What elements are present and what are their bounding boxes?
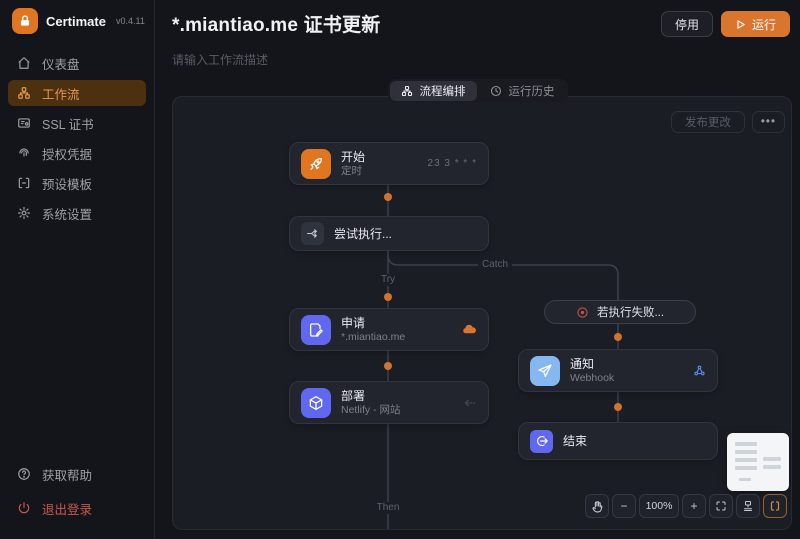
certificate-request-icon (301, 314, 331, 345)
auto-layout-icon (744, 501, 752, 511)
minimap-toggle-button[interactable] (763, 494, 787, 518)
node-subtitle: *.miantiao.me (341, 330, 406, 343)
node-subtitle: 定时 (341, 164, 362, 177)
sidebar-item-label: 预设模板 (42, 177, 93, 192)
canvas-actions: 发布更改 ••• (670, 111, 785, 133)
play-icon (737, 19, 745, 29)
sidebar-item-dashboard[interactable]: 仪表盘 (8, 50, 146, 76)
tab-label: 流程编排 (419, 86, 466, 98)
node-title: 申请 (341, 315, 366, 330)
page-header: *.miantiao.me 证书更新 请输入工作流描述 停用 运行 (172, 10, 790, 68)
fail-target-icon (577, 306, 588, 318)
canvas-toolbar: − 100% + (585, 494, 787, 518)
run-button-label: 运行 (751, 17, 776, 32)
power-icon (18, 502, 30, 514)
rocket-icon (301, 148, 331, 179)
header-actions: 停用 运行 (660, 11, 790, 37)
edge-label-catch: Catch (477, 259, 513, 271)
app-version: v0.4.11 (115, 16, 145, 26)
sidebar-item-label: SSL 证书 (42, 117, 94, 132)
sidebar-item-label: 工作流 (42, 87, 80, 102)
node-catch-block[interactable]: 若执行失败... (544, 300, 696, 324)
node-title: 开始 (341, 149, 366, 164)
node-title: 部署 (341, 388, 366, 403)
tab-flow-editor[interactable]: 流程编排 (389, 81, 477, 101)
sidebar-item-certificates[interactable]: SSL 证书 (8, 110, 146, 136)
more-options-button[interactable]: ••• (751, 111, 785, 133)
zoom-out-button[interactable]: − (612, 494, 636, 518)
certificate-icon (18, 118, 30, 128)
fit-view-button[interactable] (709, 494, 733, 518)
node-title: 尝试执行... (334, 226, 393, 241)
fingerprint-icon (19, 148, 29, 157)
sidebar-item-help[interactable]: 获取帮助 (8, 461, 146, 487)
cube-icon (301, 387, 331, 418)
lock-logo-icon (12, 8, 38, 34)
run-button[interactable]: 运行 (720, 11, 790, 37)
auto-layout-button[interactable] (736, 494, 760, 518)
gear-icon (17, 206, 31, 220)
end-exit-icon (530, 429, 553, 453)
sidebar-item-settings[interactable]: 系统设置 (8, 200, 146, 226)
sidebar-item-label: 授权凭据 (42, 147, 93, 162)
zoom-in-button[interactable]: + (682, 494, 706, 518)
hand-icon (591, 500, 602, 512)
template-brackets-icon (18, 177, 30, 189)
brand-name: Certimate (46, 13, 106, 29)
webhook-icon (693, 364, 706, 377)
sidebar-menu: 仪表盘 工作流 SSL 证书 授权凭据 预设模板 系统设置 (0, 50, 154, 226)
edge-label-try: Try (376, 274, 400, 286)
workflow-icon (18, 87, 30, 99)
node-title: 通知 (570, 356, 595, 371)
node-deploy[interactable]: 部署 Netlify - 网站 (289, 381, 489, 424)
node-try-block[interactable]: 尝试执行... (289, 216, 489, 251)
sidebar-item-credentials[interactable]: 授权凭据 (8, 140, 146, 166)
home-icon (18, 57, 30, 69)
branch-split-icon (301, 222, 324, 245)
node-title: 结束 (563, 434, 588, 448)
paper-plane-icon (530, 355, 560, 386)
sidebar-item-label: 获取帮助 (42, 468, 93, 483)
aliyun-cloud-icon (462, 324, 477, 335)
history-clock-icon (490, 85, 501, 97)
node-apply[interactable]: 申请 *.miantiao.me (289, 308, 489, 351)
view-tabbar: 流程编排 运行历史 (155, 79, 800, 103)
minimap[interactable] (727, 433, 789, 491)
workflow-canvas[interactable]: 发布更改 ••• Try Catch Then 开始 定时 23 3 * * *… (172, 96, 792, 530)
disable-button[interactable]: 停用 (660, 11, 713, 37)
flow-icon (401, 85, 412, 97)
node-subtitle: Webhook (570, 371, 615, 384)
edge-label-then: Then (372, 502, 404, 514)
sidebar-item-label: 退出登录 (42, 502, 93, 517)
sidebar-item-label: 仪表盘 (42, 57, 80, 72)
node-start[interactable]: 开始 定时 23 3 * * * (289, 142, 489, 185)
dashed-arrow-icon (464, 398, 477, 408)
sidebar-footer: 获取帮助 退出登录 (8, 461, 146, 529)
tab-label: 运行历史 (508, 86, 555, 98)
fit-view-icon (716, 501, 726, 511)
node-notify[interactable]: 通知 Webhook (518, 349, 718, 392)
zoom-level-button[interactable]: 100% (639, 494, 679, 518)
sidebar-item-templates[interactable]: 预设模板 (8, 170, 146, 196)
brand-row: Certimate v0.4.11 (0, 0, 154, 50)
pan-hand-button[interactable] (585, 494, 609, 518)
node-end[interactable]: 结束 (518, 422, 718, 460)
publish-changes-button[interactable]: 发布更改 (670, 111, 745, 133)
sidebar-item-logout[interactable]: 退出登录 (8, 495, 146, 521)
sidebar-item-label: 系统设置 (42, 207, 93, 222)
sidebar-item-workflows[interactable]: 工作流 (8, 80, 146, 106)
node-subtitle: Netlify - 网站 (341, 403, 401, 416)
brackets-icon (770, 501, 780, 511)
help-circle-icon (18, 468, 30, 480)
cron-expression: 23 3 * * * (427, 158, 477, 169)
tab-run-history[interactable]: 运行历史 (479, 81, 566, 101)
tab-group: 流程编排 运行历史 (387, 79, 568, 103)
node-title: 若执行失败... (596, 307, 665, 319)
workflow-description-placeholder[interactable]: 请输入工作流描述 (172, 51, 790, 68)
sidebar: Certimate v0.4.11 仪表盘 工作流 SSL 证书 授权凭据 预设… (0, 0, 155, 539)
